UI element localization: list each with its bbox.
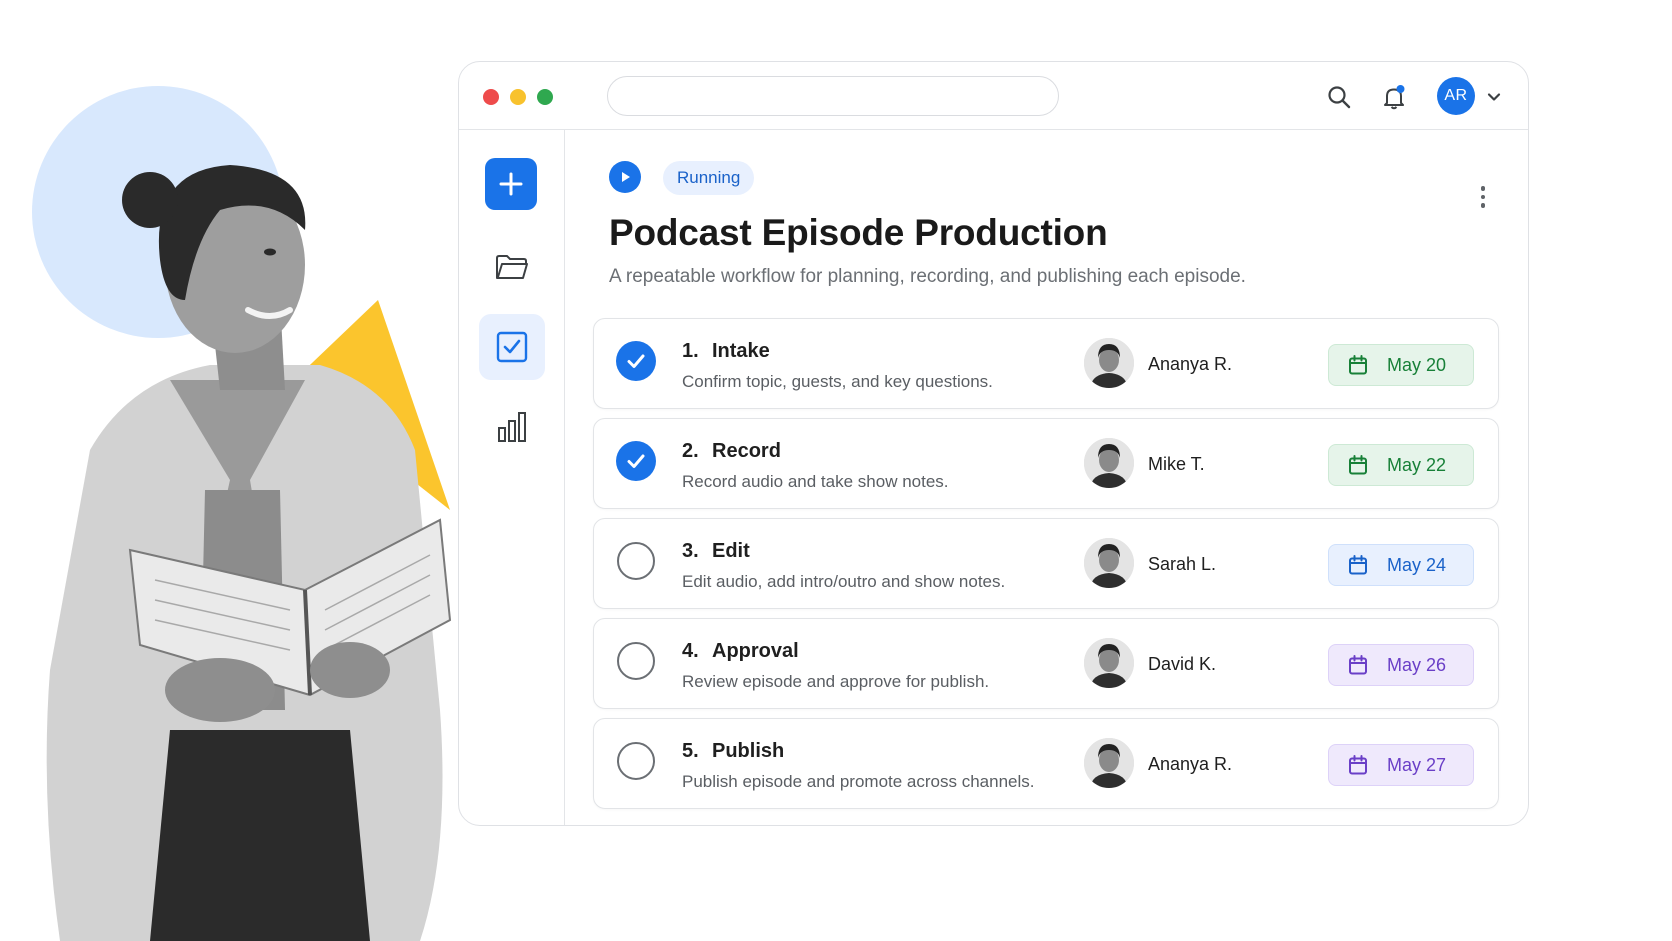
step-row[interactable]: 1. Intake Confirm topic, guests, and key…	[593, 318, 1499, 409]
app-window: AR Running Podcast Episode Production A …	[458, 61, 1529, 826]
assignee-name: Sarah L.	[1148, 554, 1217, 574]
hero-illustration	[0, 0, 520, 941]
step-checkbox[interactable]	[617, 542, 655, 580]
checkbox-icon	[496, 331, 528, 363]
step-description: Publish episode and promote across chann…	[682, 772, 1035, 791]
step-row[interactable]: 5. Publish Publish episode and promote a…	[593, 718, 1499, 809]
due-date-chip[interactable]: May 20	[1328, 344, 1474, 386]
sidebar-item-analytics[interactable]	[479, 394, 545, 460]
step-row[interactable]: 3. Edit Edit audio, add intro/outro and …	[593, 518, 1499, 609]
step-checkbox[interactable]	[616, 441, 656, 481]
due-date: May 26	[1387, 654, 1447, 675]
bar-chart-icon	[498, 412, 526, 442]
calendar-icon	[1349, 455, 1367, 475]
due-date-chip[interactable]: May 26	[1328, 644, 1474, 686]
user-avatar-button[interactable]: AR	[1437, 77, 1475, 115]
checkmark-icon	[627, 454, 645, 468]
step-number: 1.	[682, 340, 699, 362]
assignee-name: Mike T.	[1148, 454, 1205, 474]
window-maximize-dot[interactable]	[537, 89, 553, 105]
step-title: Edit	[712, 540, 750, 562]
calendar-icon	[1349, 655, 1367, 675]
step-title: Record	[712, 440, 781, 462]
step-description: Review episode and approve for publish.	[682, 672, 990, 691]
run-workflow-button[interactable]	[609, 161, 641, 193]
step-number: 2.	[682, 440, 699, 462]
due-date-chip[interactable]: May 27	[1328, 744, 1474, 786]
sidebar	[459, 130, 565, 825]
due-date-chip[interactable]: May 24	[1328, 544, 1474, 586]
calendar-icon	[1349, 755, 1367, 775]
top-bar: AR	[459, 62, 1528, 130]
assignee-avatar	[1084, 338, 1134, 388]
step-number: 4.	[682, 640, 699, 662]
due-date: May 22	[1387, 454, 1447, 475]
assignee-avatar	[1084, 538, 1134, 588]
search-input[interactable]	[607, 76, 1059, 116]
folder-icon	[496, 255, 528, 279]
due-date: May 24	[1387, 554, 1447, 575]
assignee-avatar	[1084, 638, 1134, 688]
step-title: Intake	[712, 340, 770, 362]
step-list: 1. Intake Confirm topic, guests, and key…	[593, 318, 1499, 818]
step-checkbox[interactable]	[617, 642, 655, 680]
calendar-icon	[1349, 355, 1367, 375]
step-checkbox[interactable]	[617, 742, 655, 780]
calendar-icon	[1349, 555, 1367, 575]
assignee-name: Ananya R.	[1148, 754, 1233, 774]
play-icon	[622, 172, 630, 182]
assignee-avatar	[1084, 438, 1134, 488]
step-description: Record audio and take show notes.	[682, 472, 949, 491]
due-date: May 20	[1387, 354, 1447, 375]
person-holding-notebook-illustration	[46, 165, 452, 941]
assignee-name: Ananya R.	[1148, 354, 1233, 374]
plus-icon	[499, 172, 523, 196]
step-row[interactable]: 4. Approval Review episode and approve f…	[593, 618, 1499, 709]
assignee-name: David K.	[1148, 654, 1217, 674]
page-subtitle: A repeatable workflow for planning, reco…	[609, 266, 1246, 287]
assignee-avatar	[1084, 738, 1134, 788]
due-date-chip[interactable]: May 22	[1328, 444, 1474, 486]
due-date: May 27	[1387, 754, 1447, 775]
step-description: Edit audio, add intro/outro and show not…	[682, 572, 1006, 591]
step-title: Publish	[712, 740, 785, 762]
step-number: 5.	[682, 740, 699, 762]
page-title: Podcast Episode Production	[609, 212, 1108, 253]
chevron-down-icon[interactable]	[1485, 88, 1503, 106]
window-close-dot[interactable]	[483, 89, 499, 105]
status-badge: Running	[663, 161, 755, 195]
checkmark-icon	[627, 354, 645, 368]
sidebar-item-files[interactable]	[479, 234, 545, 300]
notification-dot	[1396, 85, 1405, 93]
add-button[interactable]	[485, 158, 537, 210]
step-number: 3.	[682, 540, 699, 562]
search-icon[interactable]	[1326, 84, 1352, 110]
step-row[interactable]: 2. Record Record audio and take show not…	[593, 418, 1499, 509]
step-checkbox[interactable]	[616, 341, 656, 381]
window-minimize-dot[interactable]	[510, 89, 526, 105]
bell-icon[interactable]	[1381, 84, 1407, 110]
more-options-icon[interactable]	[1471, 182, 1495, 212]
sidebar-item-tasks[interactable]	[479, 314, 545, 380]
step-title: Approval	[712, 640, 799, 662]
main-content: Running Podcast Episode Production A rep…	[565, 130, 1528, 825]
step-description: Confirm topic, guests, and key questions…	[682, 372, 993, 391]
